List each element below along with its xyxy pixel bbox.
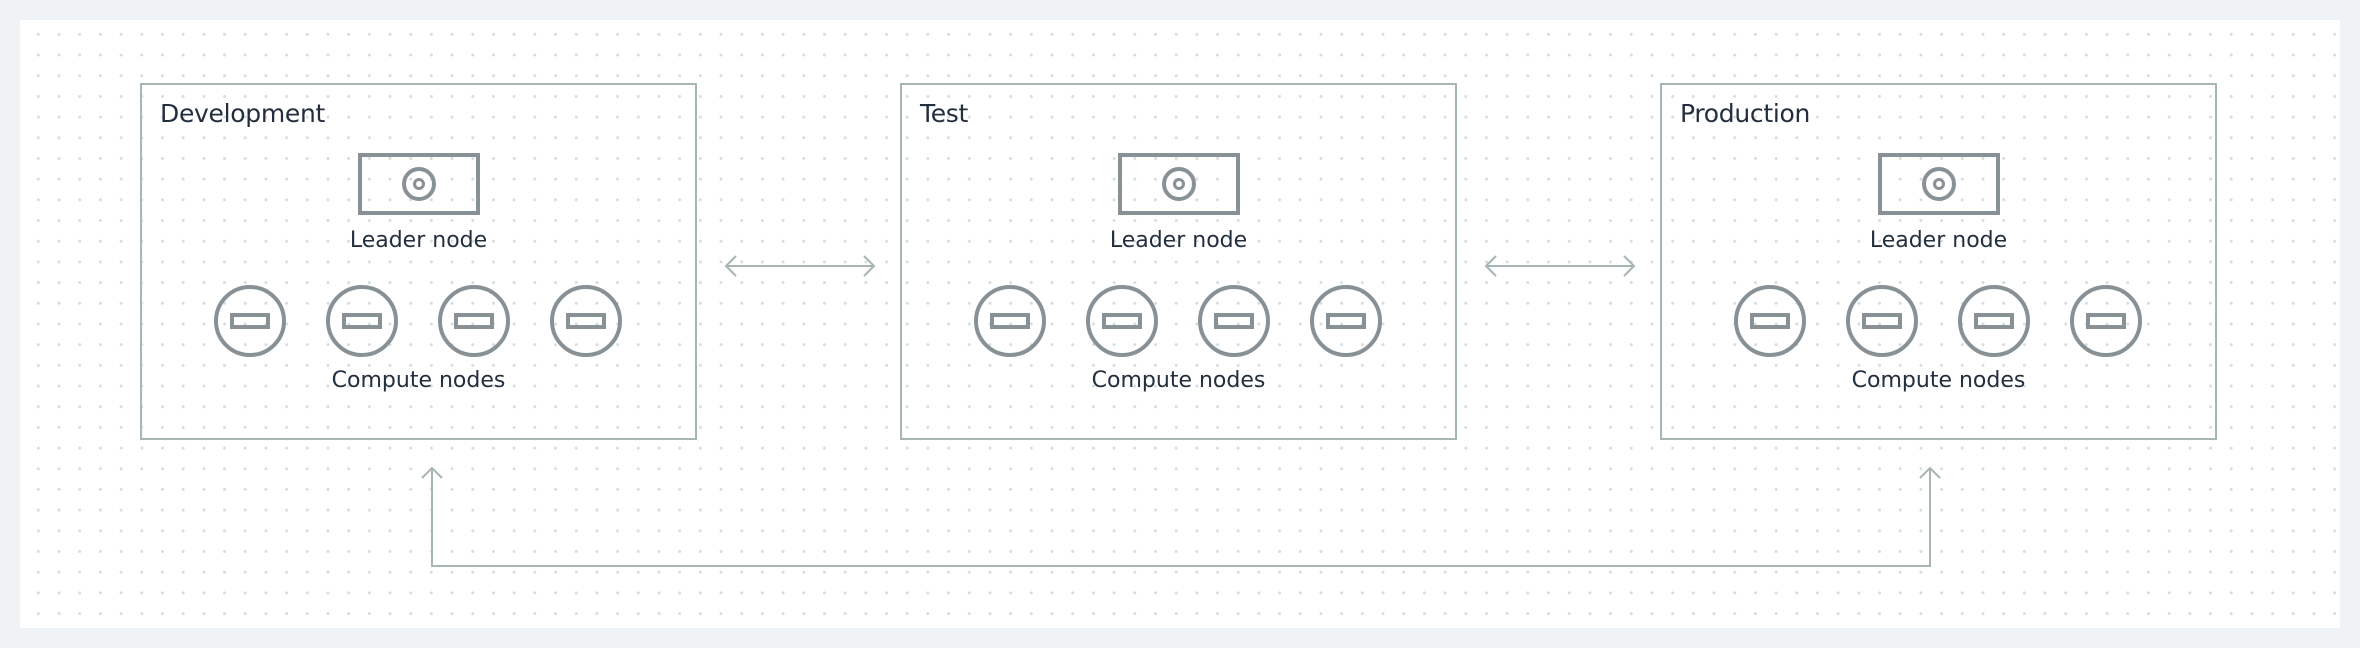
arrow-development-test [724,255,876,277]
arrow-development-production [421,466,1941,567]
arrow-test-production [1484,255,1636,277]
connector-line [431,468,1931,567]
connectors [421,255,1941,567]
